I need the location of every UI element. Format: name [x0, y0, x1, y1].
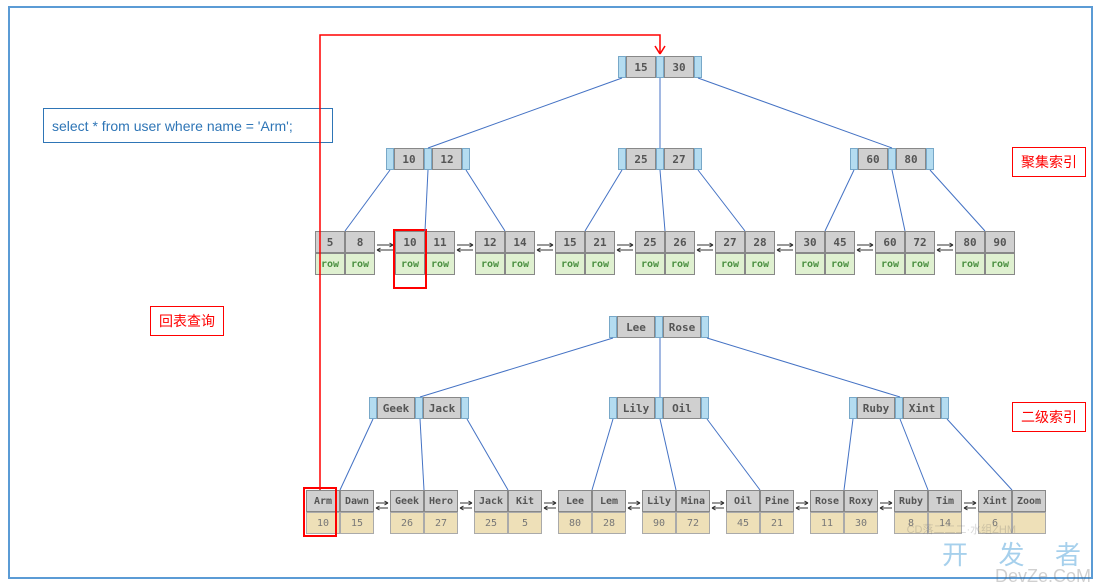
callback-label: 回表查询 [150, 306, 224, 336]
clustered-root: 1530 [618, 56, 702, 78]
secondary-leaf-6: RoseRoxy 1130 [810, 490, 878, 534]
clustered-leaf-3: 1521 rowrow [555, 231, 615, 275]
secondary-leaf-1: GeekHero 2627 [390, 490, 458, 534]
clustered-index-label: 聚集索引 [1012, 147, 1086, 177]
clustered-l2-2: 6080 [850, 148, 934, 170]
secondary-leaf-0: ArmDawn 1015 [306, 490, 374, 534]
clustered-leaf-2: 1214 rowrow [475, 231, 535, 275]
secondary-l2-1: LilyOil [609, 397, 709, 419]
clustered-l2-0: 1012 [386, 148, 470, 170]
clustered-leaf-1: 1011 rowrow [395, 231, 455, 275]
secondary-leaf-5: OilPine 4521 [726, 490, 794, 534]
clustered-leaf-0: 58 rowrow [315, 231, 375, 275]
secondary-l2-0: GeekJack [369, 397, 469, 419]
clustered-leaf-5: 2728 rowrow [715, 231, 775, 275]
sql-query-box: select * from user where name = 'Arm'; [43, 108, 333, 143]
watermark-url: DevZe.CoM [995, 566, 1091, 587]
secondary-l2-2: RubyXint [849, 397, 949, 419]
clustered-l2-1: 2527 [618, 148, 702, 170]
secondary-root: LeeRose [609, 316, 709, 338]
secondary-leaf-2: JackKit 255 [474, 490, 542, 534]
secondary-leaf-3: LeeLem 8028 [558, 490, 626, 534]
secondary-index-label: 二级索引 [1012, 402, 1086, 432]
clustered-leaf-6: 3045 rowrow [795, 231, 855, 275]
clustered-leaf-7: 6072 rowrow [875, 231, 935, 275]
clustered-leaf-4: 2526 rowrow [635, 231, 695, 275]
secondary-leaf-4: LilyMina 9072 [642, 490, 710, 534]
clustered-leaf-8: 8090 rowrow [955, 231, 1015, 275]
sql-query-text: select * from user where name = 'Arm'; [52, 118, 293, 134]
